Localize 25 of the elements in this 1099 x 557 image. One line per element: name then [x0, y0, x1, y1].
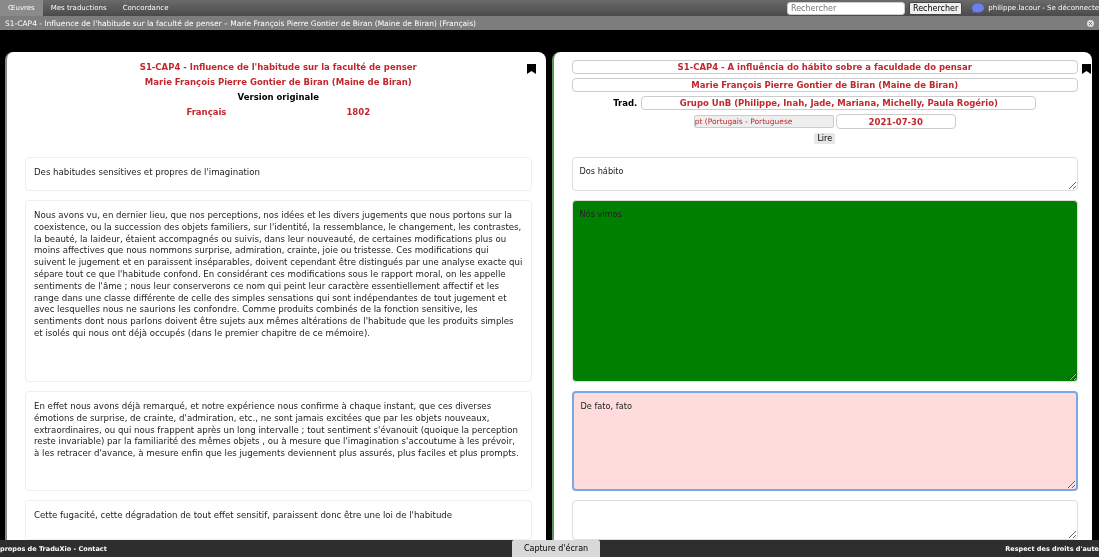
flag-icon[interactable] [1082, 64, 1091, 74]
read-button[interactable]: Lire [814, 133, 836, 144]
search-field[interactable]: Rechercher [786, 1, 905, 15]
date-field[interactable]: 2021-07-30 [835, 114, 956, 129]
author-field[interactable]: Marie François Pierre Gontier de Biran (Maine de Biran) [571, 78, 1078, 92]
source-paragraph: Cette fugacité, cette dégradation de tout effet sensitif, paraissent donc être une loi de l'habitude [25, 500, 532, 540]
translation-field[interactable] [571, 500, 1078, 540]
work-title: S1-CAP4 - Influence de l'habitude sur la faculté de penser [139, 62, 417, 72]
language-label: Français [186, 107, 227, 117]
translator-field[interactable]: Grupo UnB (Philippe, Inah, Jade, Mariana, Michelly, Paula Rogério) [641, 96, 1037, 110]
chat-icon[interactable] [970, 2, 985, 14]
source-paragraph: En effet nous avons déjà remarqué, et notre expérience nous confirme à chaque instant, que ces diverses émotions de surprise, de crainte, d'admiration, etc., ne sont jamais excitées que par les objets nouveaux, extraordinaires, ou qui nous frappent après un long intervalle ; tout sentiment s'évanouit (quoique la perception reste invariable) par la familiarité des mêmes objets , ou à mesure que l'imagination s'accoutume à les prévoir, à les retracer d'avance, à mesure enfin que les jugements deviennent plus assurés, plus faciles et plus prompts. [25, 391, 532, 491]
translation-field[interactable]: Dos hábito [571, 157, 1078, 191]
screenshot-button[interactable]: Capture d'écran [511, 540, 601, 557]
source-paragraph: Des habitudes sensitives et propres de l'imagination [25, 157, 532, 191]
source-paragraph: Nous avons vu, en dernier lieu, que nos perceptions, nos idées et les divers jugements que nous portons sur la coexistence, ou la succession des objets familiers, sur l'identité, la ressemblance, le changement, les contrastes, la beauté, la laideur, étaient accompagnés ou suivis, dans leur nouveauté, de certaines modifications plus ou moins affectives que nous nommons surprise, admiration, crainte, joie ou tristesse. Ces modifications qui suivent le jugement et en paraissent inséparables, doivent cependant être distingués par une analyse exacte qui sépare tout ce que l'habitude confond. En considérant ces modifications sous le rapport moral, on les appelle sentiments de l'âme ; nous leur conserverons ce nom qui peint leur caractère essentiellement affectif et les range dans une classe différente de celle des simples sensations qui sont indépendantes de tout jugement et avec lesquelles nous ne saurions les confondre. Comme produits combinés de la fonction sensitive, les sentiments dont nous parlons doivent être sujets aux mêmes altérations de l'habitude que les produits simples et isolés qui nous ont déjà occupés (dans le premier chapitre de ce mémoire). [25, 200, 532, 382]
version-label: Version originale [237, 92, 319, 102]
translator-label: Trad. [613, 98, 638, 108]
search-button[interactable]: Rechercher [908, 1, 963, 15]
date-label: 1802 [346, 107, 371, 117]
author-name: Marie François Pierre Gontier de Biran (Maine de Biran) [144, 77, 412, 87]
close-icon[interactable] [1087, 19, 1094, 27]
translation-field[interactable]: De fato, fato [571, 391, 1078, 491]
title-field[interactable]: S1-CAP4 - A influência do hábito sobre a faculdade do pensar [571, 60, 1078, 74]
flag-icon[interactable] [526, 64, 536, 74]
